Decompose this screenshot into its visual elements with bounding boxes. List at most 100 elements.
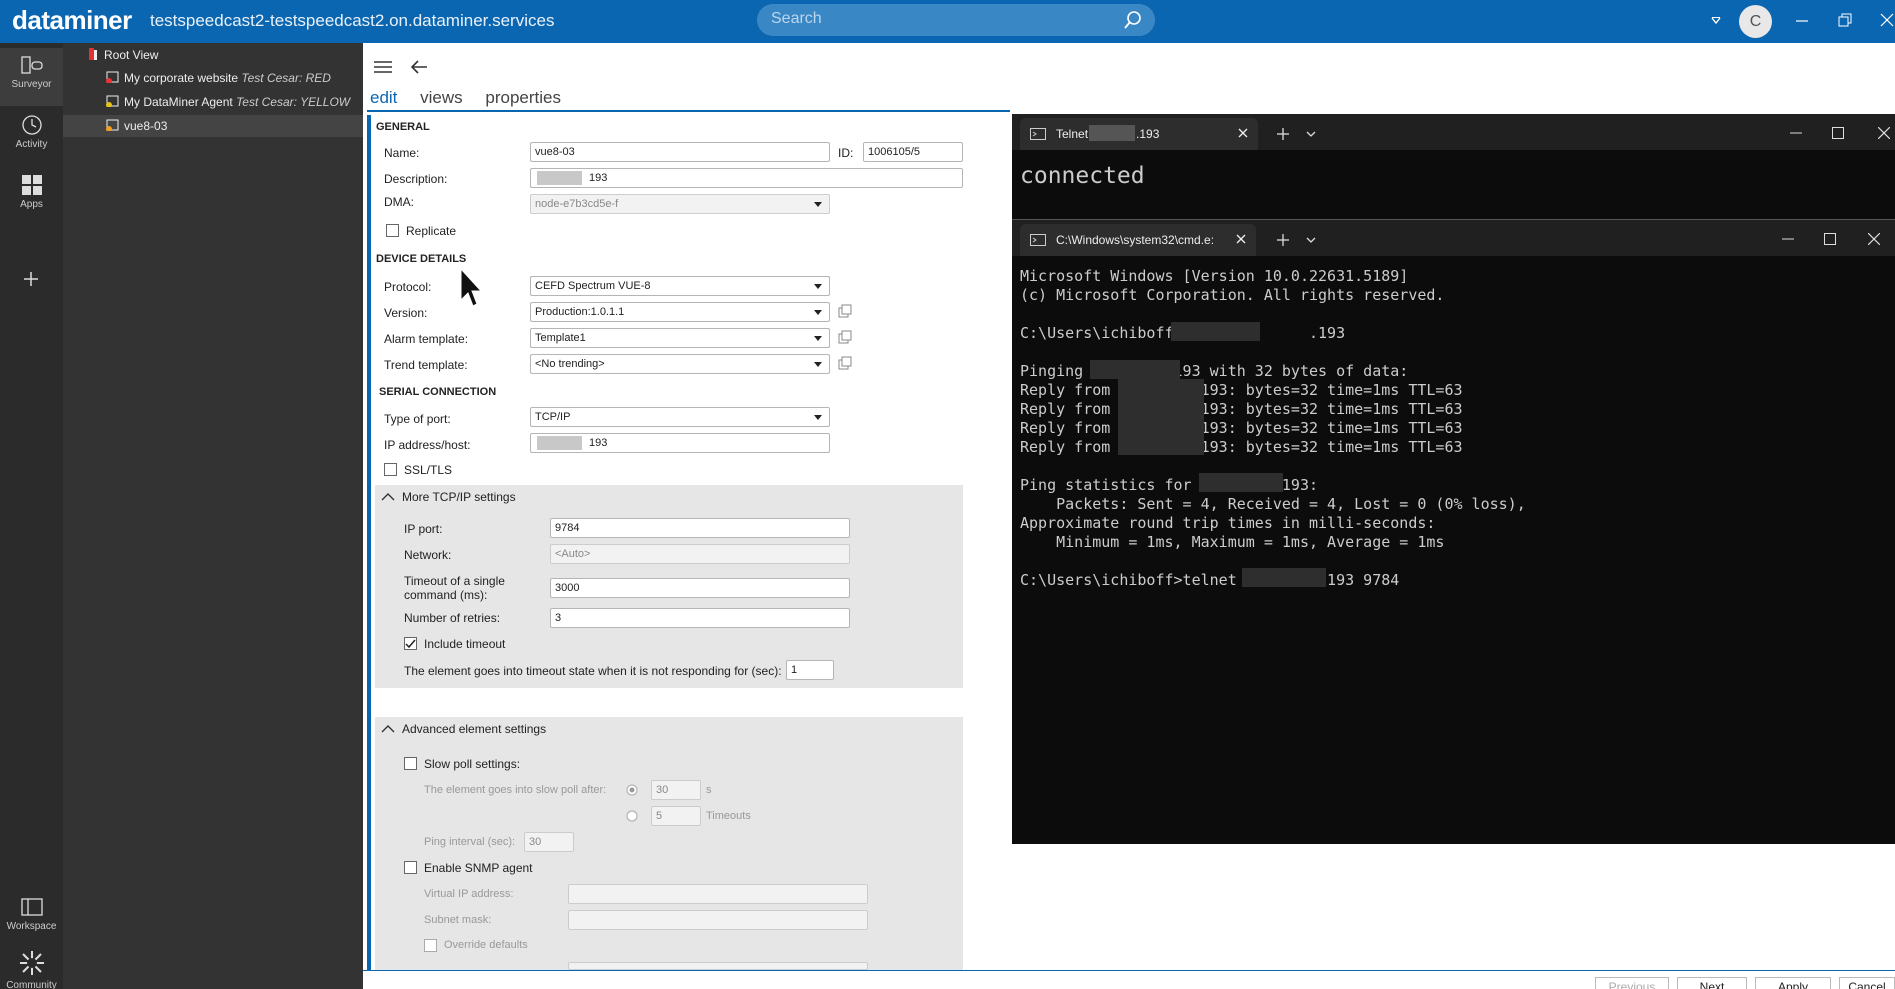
previous-button[interactable]: Previous: [1595, 977, 1669, 989]
tree-root-view[interactable]: Root View: [88, 44, 158, 66]
add-icon[interactable]: [22, 270, 40, 288]
override-defaults-checkbox[interactable]: [424, 939, 437, 952]
apply-button[interactable]: Apply: [1755, 977, 1831, 989]
include-timeout-label: Include timeout: [424, 637, 506, 651]
maximize-icon[interactable]: [1832, 127, 1844, 139]
description-field[interactable]: 193: [530, 168, 963, 188]
rail-workspace[interactable]: Workspace: [0, 890, 63, 948]
radio-unselected[interactable]: [626, 810, 638, 822]
rail-community[interactable]: Community: [0, 943, 63, 989]
retries-field[interactable]: 3: [550, 608, 850, 628]
hamburger-menu-icon[interactable]: [373, 59, 393, 75]
rail-apps[interactable]: Apps: [0, 168, 63, 226]
name-field[interactable]: vue8-03: [530, 142, 830, 162]
app-logo[interactable]: dataminer: [12, 5, 132, 36]
dma-dropdown[interactable]: node-e7b3cd5e-f: [530, 194, 830, 214]
open-version-icon[interactable]: [838, 304, 852, 318]
editor-tabs: edit views properties: [370, 88, 579, 108]
protocol-dropdown[interactable]: CEFD Spectrum VUE-8: [530, 276, 830, 296]
search-input[interactable]: Search: [757, 4, 1155, 36]
virtual-ip-field[interactable]: [568, 884, 868, 904]
version-label: Version:: [384, 306, 428, 320]
activity-icon: [21, 115, 42, 135]
timeouts-field[interactable]: 5: [651, 806, 701, 826]
restore-icon[interactable]: [1838, 13, 1852, 27]
checkmark-icon: [405, 639, 416, 649]
radio-selected[interactable]: [626, 784, 638, 796]
minimize-icon[interactable]: [1782, 238, 1794, 240]
new-tab-icon[interactable]: [1277, 128, 1289, 140]
cmd-line: Packets: Sent = 4, Received = 4, Lost = …: [1020, 495, 1526, 513]
cmd-line: Approximate round trip times in milli-se…: [1020, 514, 1436, 532]
network-field[interactable]: <Auto>: [550, 544, 850, 564]
tcp-settings-toggle[interactable]: More TCP/IP settings: [402, 490, 516, 504]
timeout-field[interactable]: 3000: [550, 578, 850, 598]
cmd-window: C:\Windows\system32\cmd.e: Microsoft Win…: [1012, 219, 1895, 844]
slow-poll-checkbox[interactable]: [404, 757, 417, 770]
cmd-line: Pinging 193 with 32 bytes of data:: [1020, 362, 1409, 380]
snmp-agent-checkbox[interactable]: [404, 861, 417, 874]
port-type-dropdown[interactable]: TCP/IP: [530, 407, 830, 427]
search-icon[interactable]: [1123, 10, 1143, 30]
port-type-label: Type of port:: [384, 412, 451, 426]
rail-surveyor[interactable]: Surveyor: [0, 48, 63, 106]
new-tab-icon[interactable]: [1277, 234, 1289, 246]
replicate-checkbox[interactable]: [386, 224, 399, 237]
cmd-line: Reply from .193: bytes=32 time=1ms TTL=6…: [1020, 438, 1463, 456]
telnet-tab[interactable]: Telnet .193: [1020, 118, 1258, 150]
id-field[interactable]: 1006105/5: [863, 142, 963, 162]
close-icon[interactable]: [1868, 233, 1880, 245]
version-dropdown[interactable]: Production:1.0.1.1: [530, 302, 830, 322]
back-arrow-icon[interactable]: [410, 59, 428, 75]
alarm-template-dropdown[interactable]: Template1: [530, 328, 830, 348]
ssl-tls-checkbox[interactable]: [384, 463, 397, 476]
tab-underline: [367, 110, 1010, 112]
redacted-block: [537, 436, 582, 450]
tree-item[interactable]: My DataMiner Agent Test Cesar: YELLOW: [106, 91, 350, 113]
slow-poll-seconds-field[interactable]: 30: [651, 780, 701, 800]
tab-properties[interactable]: properties: [485, 88, 561, 107]
minimize-icon[interactable]: [1795, 14, 1809, 28]
search-placeholder: Search: [771, 10, 822, 27]
advanced-settings-toggle[interactable]: Advanced element settings: [402, 722, 546, 736]
ip-address-field[interactable]: 193: [530, 433, 830, 453]
tab-views[interactable]: views: [420, 88, 463, 107]
chevron-up-icon[interactable]: [381, 724, 395, 734]
close-icon[interactable]: [1880, 13, 1894, 27]
open-alarm-template-icon[interactable]: [838, 330, 852, 344]
tab-edit[interactable]: edit: [370, 88, 397, 107]
override-defaults-label: Override defaults: [444, 939, 528, 951]
tab-close-icon[interactable]: [1236, 234, 1246, 244]
cmd-line: Reply from .193: bytes=32 time=1ms TTL=6…: [1020, 400, 1463, 418]
ping-interval-field[interactable]: 30: [524, 832, 574, 852]
ip-port-field[interactable]: 9784: [550, 518, 850, 538]
minimize-icon[interactable]: [1790, 132, 1802, 134]
subnet-mask-label: Subnet mask:: [424, 914, 492, 926]
description-value: 193: [589, 172, 608, 184]
open-trend-template-icon[interactable]: [838, 356, 852, 370]
rail-community-label: Community: [6, 980, 57, 989]
tree-item[interactable]: My corporate website Test Cesar: RED: [106, 67, 331, 89]
next-button[interactable]: Next: [1677, 977, 1747, 989]
terminal-icon: [1030, 234, 1046, 246]
tab-dropdown-icon[interactable]: [1306, 237, 1316, 243]
maximize-icon[interactable]: [1824, 233, 1836, 245]
dropdown-chevron-icon[interactable]: [1711, 17, 1721, 25]
cmd-tab[interactable]: C:\Windows\system32\cmd.e:: [1020, 224, 1256, 256]
rail-activity[interactable]: Activity: [0, 108, 63, 166]
subnet-mask-field[interactable]: [568, 910, 868, 930]
avatar[interactable]: C: [1739, 5, 1772, 38]
trend-template-dropdown[interactable]: <No trending>: [530, 354, 830, 374]
timeout-state-field[interactable]: 1: [786, 660, 834, 680]
include-timeout-checkbox[interactable]: [404, 637, 417, 650]
virtual-ip-label: Virtual IP address:: [424, 888, 514, 900]
partial-field[interactable]: [568, 962, 868, 970]
cancel-button[interactable]: Cancel: [1839, 977, 1895, 989]
tab-close-icon[interactable]: [1238, 128, 1248, 138]
community-icon: [19, 951, 44, 975]
chevron-up-icon[interactable]: [381, 492, 395, 502]
tab-dropdown-icon[interactable]: [1306, 131, 1316, 137]
tree-item-selected[interactable]: vue8-03: [63, 115, 363, 137]
snmp-agent-label: Enable SNMP agent: [424, 861, 533, 875]
close-icon[interactable]: [1878, 127, 1890, 139]
